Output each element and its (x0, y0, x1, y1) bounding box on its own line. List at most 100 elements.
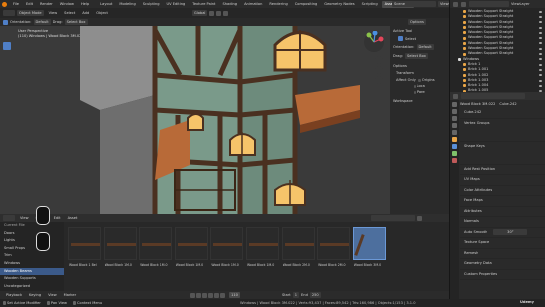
outliner-editor-icon[interactable] (453, 1, 458, 7)
section-attributes[interactable]: Attributes (460, 207, 545, 217)
workspace-tab-sculpting[interactable]: Sculpting (140, 1, 163, 8)
gizmo-x-icon[interactable] (378, 36, 384, 42)
workspace-tab-geometry-nodes[interactable]: Geometry Nodes (321, 1, 357, 8)
visibility-eye-icon[interactable] (539, 42, 542, 45)
drag-dropdown[interactable]: Select Box (64, 19, 88, 25)
workspace-tab-modeling[interactable]: Modeling (116, 1, 138, 8)
visibility-eye-icon[interactable] (539, 31, 542, 34)
section-face-maps[interactable]: Face Maps (460, 196, 545, 207)
object-tab-icon[interactable] (452, 137, 457, 142)
visibility-eye-icon[interactable] (539, 37, 542, 40)
prev-keyframe-icon[interactable] (196, 292, 202, 298)
current-frame-field[interactable]: 110 (229, 292, 240, 298)
workspace-tab-compositing[interactable]: Compositing (292, 1, 321, 8)
mode-selector[interactable]: Object Mode (17, 10, 44, 16)
scale-tool-icon[interactable] (3, 82, 11, 90)
viewport-menu-view[interactable]: View (46, 10, 61, 17)
camera-view-icon[interactable] (375, 76, 383, 84)
viewport-menu-select[interactable]: Select (61, 10, 78, 17)
catalog-small-props[interactable]: Small Props (0, 245, 64, 253)
visibility-eye-icon[interactable] (539, 10, 542, 13)
visibility-eye-icon[interactable] (539, 63, 542, 66)
modifier-tab-icon[interactable] (452, 144, 457, 149)
menu-help[interactable]: Help (78, 1, 92, 8)
scene-selector[interactable]: Scene (392, 1, 436, 7)
catalog-doors[interactable]: Doors (0, 230, 64, 238)
asset-thumb-8[interactable]: Wood Block 3M.0 (352, 227, 386, 267)
section-custom-properties[interactable]: Custom Properties (460, 270, 545, 280)
asset-thumb-2[interactable]: Wood Block 1M.0 (139, 227, 173, 267)
snap-icon[interactable] (216, 10, 222, 16)
library-selector[interactable]: Current File (0, 222, 64, 230)
catalog-wooden-beams[interactable]: Wooden Beams (0, 267, 64, 276)
locations-checkbox[interactable] (414, 84, 416, 88)
menu-file[interactable]: File (10, 1, 22, 8)
visibility-eye-icon[interactable] (539, 53, 542, 56)
outliner-search-input[interactable] (469, 1, 509, 7)
move-tool-icon[interactable] (3, 62, 11, 70)
outliner-filter-icon[interactable] (461, 1, 466, 7)
workspace-tab-uv-editing[interactable]: UV Editing (164, 1, 189, 8)
visibility-eye-icon[interactable] (539, 47, 542, 50)
asset-menu-asset[interactable]: Asset (65, 215, 81, 222)
3d-viewport[interactable]: User Perspective (110) Windows | Wood Bl… (0, 26, 449, 214)
asset-thumb-0[interactable]: Wood Block 1 Bel (68, 227, 101, 267)
visibility-eye-icon[interactable] (539, 26, 542, 29)
visibility-eye-icon[interactable] (539, 79, 542, 82)
timeline-menu-view[interactable]: View (45, 292, 60, 299)
select-box-tool-icon[interactable] (3, 42, 11, 50)
options-section-header[interactable]: Options (390, 59, 449, 68)
tudor-house-model[interactable] (60, 26, 360, 214)
asset-thumb-7[interactable]: Wood Block 2M.0 (317, 227, 351, 267)
n-orientation-dropdown[interactable]: Default (416, 44, 434, 50)
transform-tool-icon[interactable] (3, 92, 11, 100)
orientation-dropdown[interactable]: Default (33, 19, 51, 25)
visibility-eye-icon[interactable] (539, 58, 542, 61)
start-frame-field[interactable]: 1 (292, 292, 300, 298)
tool-tab-icon[interactable] (452, 102, 457, 107)
origins-checkbox[interactable] (417, 78, 421, 82)
blender-logo-icon[interactable] (2, 1, 7, 7)
editor-type-button[interactable] (3, 10, 15, 16)
viewport-menu-add[interactable]: Add (79, 10, 92, 17)
menu-render[interactable]: Render (37, 1, 56, 8)
section-normals[interactable]: Normals (460, 217, 545, 228)
section-uv-maps[interactable]: UV Maps (460, 175, 545, 186)
add-cube-tool-icon[interactable] (3, 128, 11, 136)
navigation-gizmo[interactable] (363, 31, 385, 53)
catalog-trim[interactable]: Trim (0, 252, 64, 260)
section-texture-space[interactable]: Texture Space (460, 238, 545, 249)
filter-search-input[interactable] (371, 215, 416, 221)
workspace-tab-rendering[interactable]: Rendering (266, 1, 290, 8)
mesh-name-field[interactable]: Cube.242 (460, 108, 545, 119)
auto-smooth-angle-field[interactable]: 30° (493, 229, 528, 236)
menu-edit[interactable]: Edit (23, 1, 36, 8)
filter-icon[interactable] (417, 215, 423, 221)
n-drag-dropdown[interactable]: Select Box (404, 53, 428, 59)
timeline-menu-keying[interactable]: Keying (26, 292, 44, 299)
gizmo-y-icon[interactable] (366, 32, 372, 38)
visibility-eye-icon[interactable] (539, 15, 542, 18)
asset-menu-edit[interactable]: Edit (51, 215, 64, 222)
add-rest-position-checkbox[interactable]: Add Rest Position (460, 165, 545, 175)
select-mode-icon[interactable] (3, 19, 8, 25)
jump-end-icon[interactable] (220, 292, 226, 298)
workspace-tab-layout[interactable]: Layout (97, 1, 115, 8)
proportional-edit-icon[interactable] (223, 10, 229, 16)
asset-thumb-4[interactable]: Wood Block 1M.0 (210, 227, 244, 267)
scene-tab-icon[interactable] (452, 123, 457, 128)
catalog-wooden-supports[interactable]: Wooden Supports (0, 275, 64, 283)
asset-thumb-5[interactable]: Wood Block 1M.0 (245, 227, 279, 267)
asset-thumb-3[interactable]: Wood Block 1M.0 (174, 227, 208, 267)
material-tab-icon[interactable] (452, 158, 457, 163)
transform-section-header[interactable]: Transform (390, 68, 449, 75)
annotate-tool-icon[interactable] (3, 105, 11, 113)
workspace-tab-scripting[interactable]: Scripting (359, 1, 381, 8)
play-icon[interactable] (208, 292, 214, 298)
rotate-tool-icon[interactable] (3, 72, 11, 80)
pan-icon[interactable] (375, 66, 383, 74)
n-panel-active-tool-header[interactable]: Active Tool (390, 26, 449, 33)
timeline-menu-marker[interactable]: Marker (61, 292, 79, 299)
measure-tool-icon[interactable] (3, 115, 11, 123)
catalog-lights[interactable]: Lights (0, 237, 64, 245)
